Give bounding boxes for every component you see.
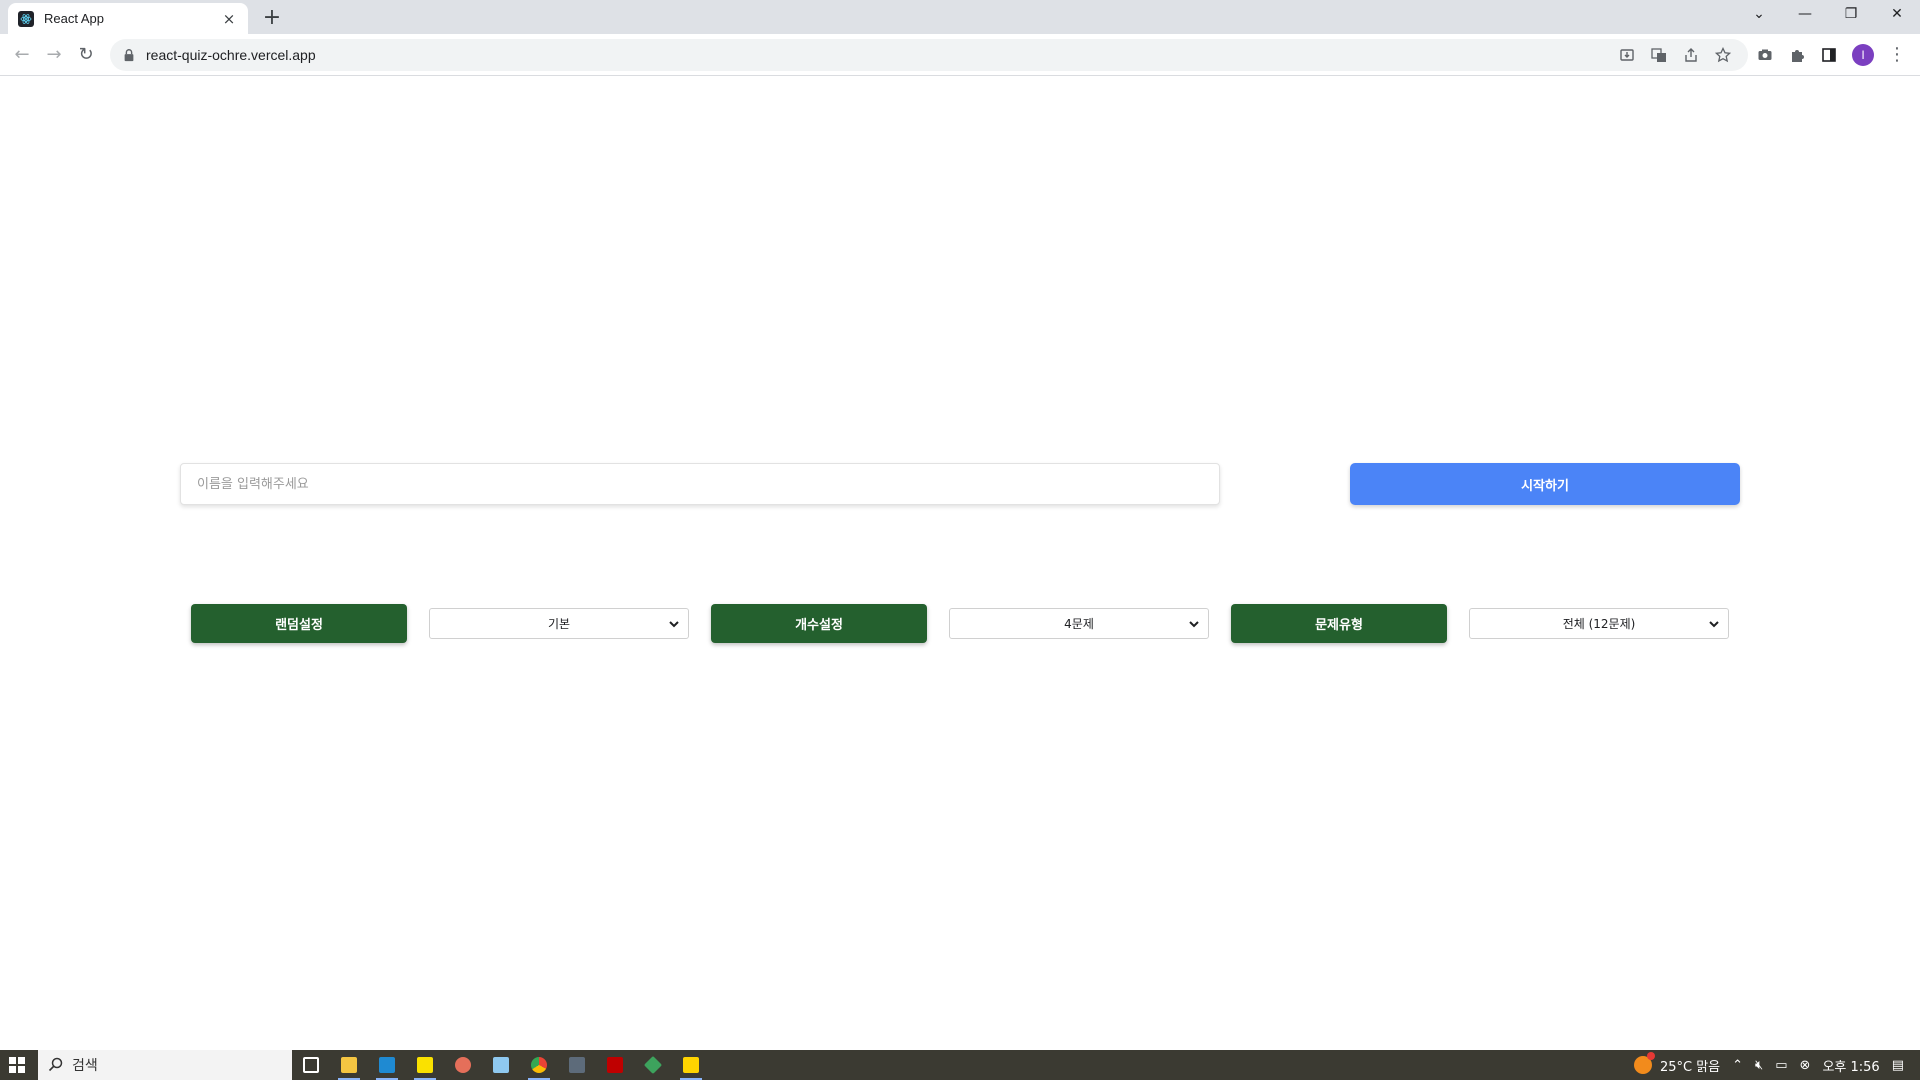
windows-taskbar: 검색 25°C 맑음 ⌃ 🔇︎ ▭ ⊗ 오후 1:56 ▤	[0, 1050, 1920, 1080]
minimize-button[interactable]: —	[1782, 0, 1828, 30]
start-button[interactable]: 시작하기	[1350, 463, 1740, 505]
notepad-icon[interactable]	[490, 1054, 512, 1076]
task-view-icon[interactable]	[300, 1054, 322, 1076]
weather-widget[interactable]: 25°C 맑음	[1633, 1052, 1721, 1075]
question-type-value: 전체 (12문제)	[1562, 617, 1636, 631]
count-setting-select[interactable]: 4문제	[949, 608, 1209, 639]
tab-title: React App	[44, 11, 104, 26]
random-setting-select[interactable]: 기본	[429, 608, 689, 639]
forward-arrow-icon[interactable]: →	[40, 42, 68, 68]
search-placeholder: 검색	[72, 1058, 98, 1074]
sun-icon	[1633, 1052, 1655, 1074]
back-arrow-icon[interactable]: ←	[8, 42, 36, 68]
notification-icon[interactable]: ▤	[1892, 1058, 1904, 1073]
random-setting-value: 기본	[547, 617, 571, 631]
tab-close-icon[interactable]: ×	[220, 10, 238, 28]
chevron-up-icon[interactable]: ⌃	[1732, 1058, 1743, 1073]
browser-toolbar: ← → ↻ react-quiz-ochre.vercel.app I ⋮	[0, 34, 1920, 76]
tab-bar: React App × + ⌄ — ❐ ✕	[0, 0, 1920, 34]
close-window-button[interactable]: ✕	[1874, 0, 1920, 30]
menu-kebab-icon[interactable]: ⋮	[1888, 46, 1906, 64]
question-type-select[interactable]: 전체 (12문제)	[1469, 608, 1729, 639]
profile-avatar[interactable]: I	[1852, 44, 1874, 66]
extensions-puzzle-icon[interactable]	[1788, 46, 1806, 64]
camera-icon[interactable]	[1756, 46, 1774, 64]
lock-icon	[124, 49, 134, 62]
taskbar-search[interactable]: 검색	[38, 1050, 292, 1080]
install-app-icon[interactable]	[1618, 46, 1636, 64]
volume-muted-icon[interactable]: 🔇︎	[1755, 1058, 1763, 1073]
kakaotalk-icon[interactable]	[414, 1054, 436, 1080]
vscode-icon[interactable]	[376, 1054, 398, 1080]
count-setting-button[interactable]: 개수설정	[711, 604, 927, 643]
chevron-down-icon	[669, 621, 679, 628]
status-icon[interactable]: ⊗	[1800, 1058, 1811, 1073]
weather-text: 25°C 맑음	[1659, 1059, 1721, 1075]
address-bar[interactable]: react-quiz-ochre.vercel.app	[110, 39, 1748, 71]
paint-icon[interactable]	[452, 1054, 474, 1076]
filezilla-icon[interactable]	[604, 1054, 626, 1076]
translate-icon[interactable]	[1650, 46, 1668, 64]
restore-button[interactable]: ❐	[1828, 0, 1874, 30]
system-tray: 25°C 맑음 ⌃ 🔇︎ ▭ ⊗ 오후 1:56 ▤	[1633, 1050, 1920, 1080]
question-type-button[interactable]: 문제유형	[1231, 604, 1447, 643]
count-setting-value: 4문제	[1064, 617, 1094, 631]
search-icon	[48, 1057, 63, 1072]
file-explorer-icon[interactable]	[338, 1054, 360, 1080]
quiz-page: 시작하기 랜덤설정 기본 개수설정 4문제 문제유형 전체 (12문제)	[0, 77, 1920, 1050]
tab-list-icon[interactable]: ⌄	[1736, 0, 1782, 30]
calculator-icon[interactable]	[566, 1054, 588, 1076]
windows-start-icon[interactable]	[0, 1050, 34, 1080]
chrome-icon[interactable]	[528, 1054, 550, 1080]
bookmark-star-icon[interactable]	[1714, 46, 1732, 64]
reload-icon[interactable]: ↻	[72, 42, 100, 68]
app-green-icon[interactable]	[642, 1054, 664, 1076]
react-favicon-icon	[18, 10, 34, 27]
network-icon[interactable]: ▭	[1775, 1058, 1787, 1073]
side-panel-icon[interactable]	[1820, 46, 1838, 64]
new-tab-button[interactable]: +	[258, 5, 286, 33]
clock[interactable]: 오후 1:56	[1822, 1056, 1879, 1075]
url-text: react-quiz-ochre.vercel.app	[146, 47, 316, 63]
sticky-notes-icon[interactable]	[680, 1054, 702, 1080]
name-input[interactable]	[180, 463, 1220, 505]
browser-tab[interactable]: React App ×	[8, 3, 248, 34]
random-setting-button[interactable]: 랜덤설정	[191, 604, 407, 643]
chevron-down-icon	[1189, 621, 1199, 628]
share-icon[interactable]	[1682, 46, 1700, 64]
chevron-down-icon	[1709, 621, 1719, 628]
